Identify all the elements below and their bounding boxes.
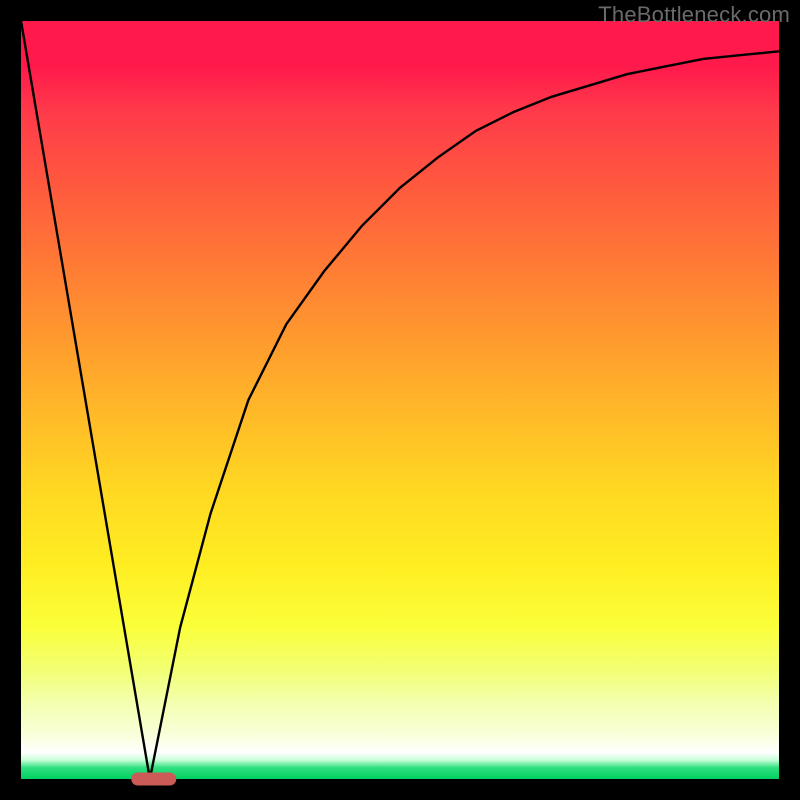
bottleneck-curve [21, 21, 779, 779]
watermark-text: TheBottleneck.com [598, 2, 790, 28]
curve-path [21, 21, 779, 779]
chart-frame: TheBottleneck.com [0, 0, 800, 800]
plot-area [21, 21, 779, 779]
minimum-marker [131, 773, 176, 786]
